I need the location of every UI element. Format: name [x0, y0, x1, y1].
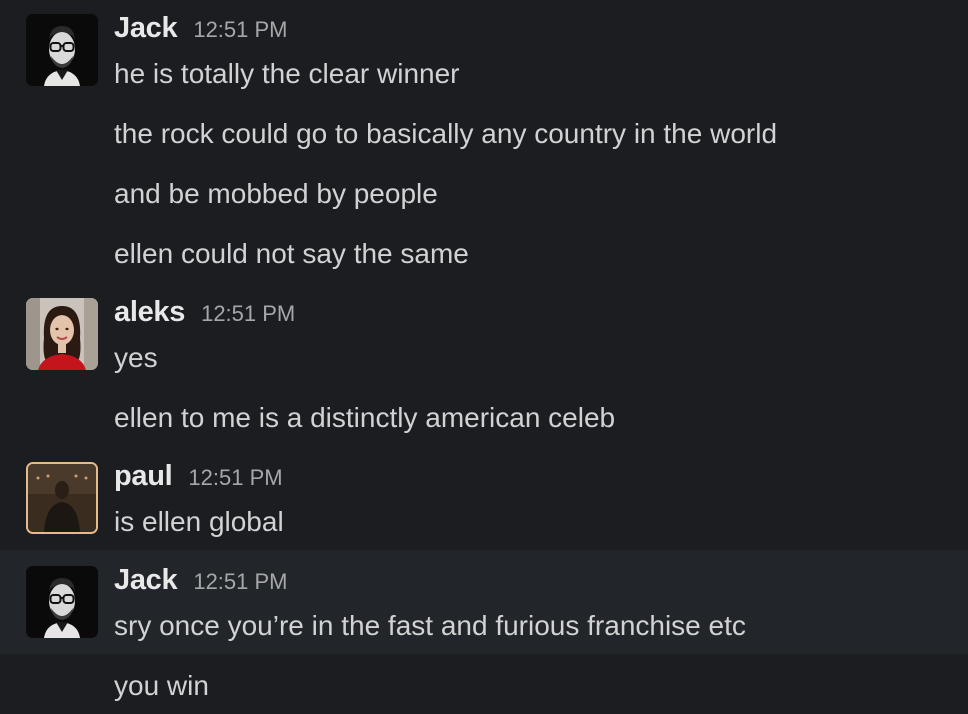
message-group-paul: paul 12:51 PM is ellen global [0, 450, 968, 550]
man-with-glasses-icon [26, 566, 98, 638]
message-continuation: you win [0, 654, 968, 714]
avatar-jack[interactable] [26, 566, 98, 638]
message-group-aleks: aleks 12:51 PM yes ellen to me is a dist… [0, 290, 968, 450]
message-header: Jack 12:51 PM [114, 12, 288, 46]
message-text: the rock could go to basically any count… [114, 118, 778, 149]
timestamp[interactable]: 12:51 PM [193, 17, 287, 43]
timestamp[interactable]: 12:51 PM [201, 301, 295, 327]
message-text: you win [114, 670, 209, 701]
message-text: ellen to me is a distinctly american cel… [114, 402, 616, 433]
message-group-jack-2: Jack 12:51 PM sry once you’re in the fas… [0, 550, 968, 654]
woman-portrait-icon [26, 298, 98, 370]
message-text: and be mobbed by people [114, 178, 438, 209]
message-text: yes [114, 342, 158, 373]
avatar-jack[interactable] [26, 14, 98, 86]
message-header: paul 12:51 PM [114, 460, 283, 494]
author-name[interactable]: Jack [114, 564, 178, 597]
author-name[interactable]: Jack [114, 12, 178, 45]
timestamp[interactable]: 12:51 PM [188, 465, 282, 491]
message-group-jack-1: Jack 12:51 PM he is totally the clear wi… [0, 0, 968, 290]
man-with-glasses-icon [26, 14, 98, 86]
message-header: Jack 12:51 PM [114, 564, 288, 598]
avatar-aleks[interactable] [26, 298, 98, 370]
message-header: aleks 12:51 PM [114, 296, 295, 330]
message-text: sry once you’re in the fast and furious … [114, 610, 746, 641]
message-text: he is totally the clear winner [114, 58, 460, 89]
timestamp[interactable]: 12:51 PM [193, 569, 287, 595]
message-text: is ellen global [114, 506, 284, 537]
avatar-paul[interactable] [26, 462, 98, 534]
message-text: ellen could not say the same [114, 238, 469, 269]
man-in-dark-room-icon [28, 464, 96, 532]
author-name[interactable]: aleks [114, 296, 185, 329]
author-name[interactable]: paul [114, 460, 173, 493]
